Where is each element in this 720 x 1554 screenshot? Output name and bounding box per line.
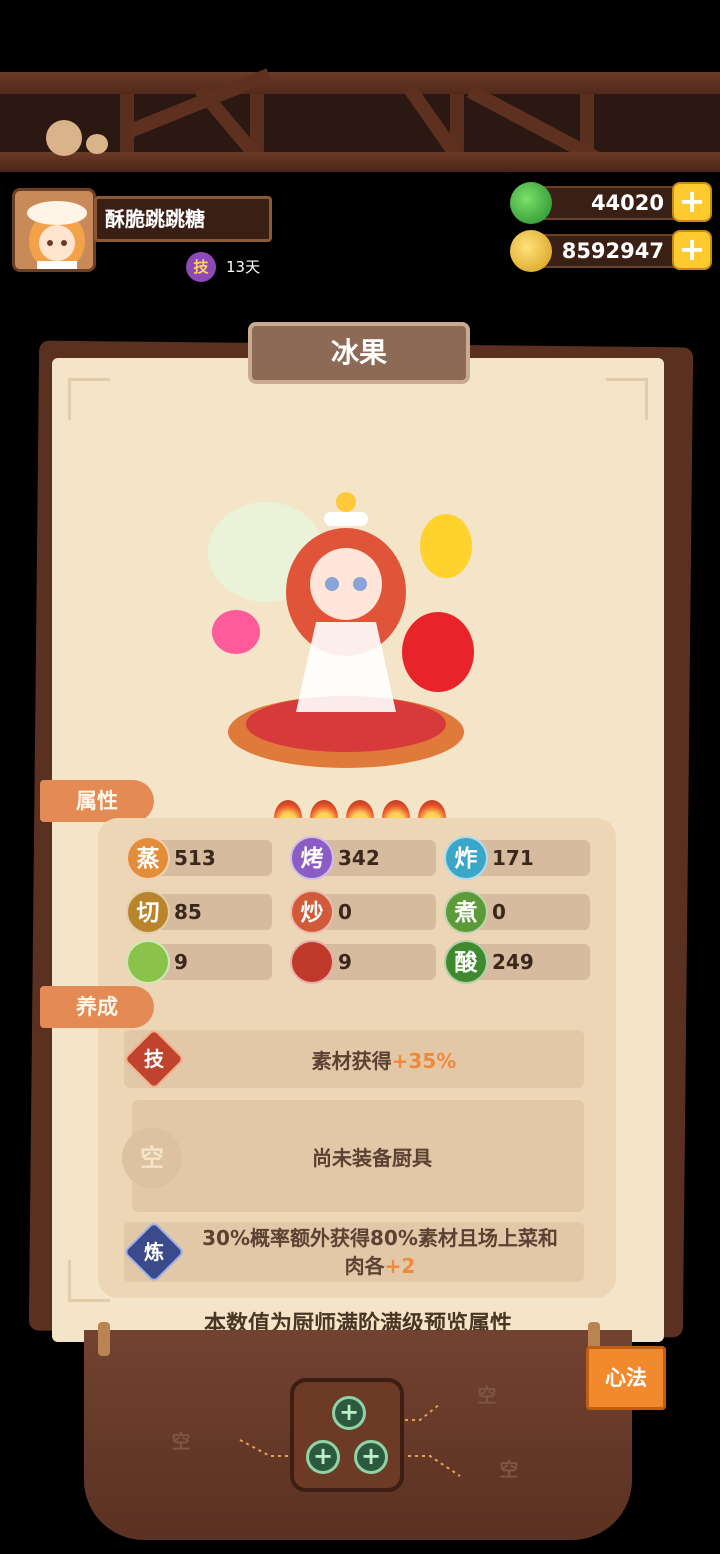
jade-value: 44020 — [590, 191, 664, 215]
gem-slot-icon[interactable]: + — [354, 1440, 388, 1474]
attribute-icon: 烤 — [290, 836, 334, 880]
attribute-value: 342 — [338, 846, 380, 870]
skill-row[interactable]: 技 素材获得+35% — [122, 1027, 584, 1091]
attribute-value: 513 — [174, 846, 216, 870]
skill-badge-icon: 技 — [186, 252, 216, 282]
ceiling-beam — [0, 72, 720, 94]
attribute-value: 0 — [338, 900, 352, 924]
refine-badge: 炼 — [144, 1240, 164, 1264]
attribute-icon: 切 — [126, 890, 170, 934]
empty-equipment-icon: 空 — [122, 1128, 182, 1188]
attribute-icon: 炸 — [444, 836, 488, 880]
scroll-pin — [98, 1322, 110, 1356]
empty-slot[interactable]: 空 — [150, 1426, 212, 1458]
attributes-tab: 属性 — [40, 780, 154, 822]
jade-icon — [510, 182, 552, 224]
attribute-value: 249 — [492, 950, 534, 974]
refine-row[interactable]: 炼 30%概率额外获得80%素材且场上菜和 肉各+2 — [122, 1220, 584, 1284]
ceiling-scene — [0, 68, 720, 172]
corner-ornament — [606, 378, 648, 420]
chef-portrait-icon — [208, 492, 474, 768]
attribute-value: 0 — [492, 900, 506, 924]
jade-resource: 44020 + — [510, 182, 712, 224]
attribute-icon: 煮 — [444, 890, 488, 934]
attribute-icon — [290, 940, 334, 984]
attribute-value: 171 — [492, 846, 534, 870]
equipment-text: 尚未装备厨具 — [312, 1146, 432, 1170]
chef-name: 冰果 — [248, 322, 470, 384]
attribute-icon — [126, 940, 170, 984]
avatar-portrait-icon — [15, 191, 93, 269]
chick-icon — [86, 134, 108, 154]
skill-days: 13天 — [226, 258, 261, 276]
skill-badge: 技 — [144, 1047, 164, 1071]
player-name: 酥脆跳跳糖 — [94, 196, 272, 242]
refine-description: 30%概率额外获得80%素材且场上菜和 肉各+2 — [202, 1226, 558, 1278]
empty-slot[interactable]: 空 — [478, 1454, 540, 1486]
skill-description: 素材获得+35% — [311, 1049, 457, 1073]
add-jade-button[interactable]: + — [672, 182, 712, 222]
coin-resource: 8592947 + — [510, 230, 712, 272]
heart-method-button[interactable]: 心法 — [586, 1346, 666, 1410]
attribute-icon: 炒 — [290, 890, 334, 934]
chicken-icon — [46, 120, 82, 156]
heart-method-core[interactable]: + + + — [290, 1378, 404, 1492]
attribute-value: 9 — [338, 950, 352, 974]
attribute-value: 85 — [174, 900, 202, 924]
equipment-row[interactable]: 空 尚未装备厨具 — [122, 1100, 584, 1212]
attribute-icon: 蒸 — [126, 836, 170, 880]
coin-icon — [510, 230, 552, 272]
ceiling-beam — [0, 152, 720, 172]
cultivation-tab: 养成 — [40, 986, 154, 1028]
player-avatar[interactable] — [12, 188, 96, 272]
coin-value: 8592947 — [561, 239, 664, 263]
add-coin-button[interactable]: + — [672, 230, 712, 270]
gem-slot-icon[interactable]: + — [332, 1396, 366, 1430]
attribute-value: 9 — [174, 950, 188, 974]
gem-slot-icon[interactable]: + — [306, 1440, 340, 1474]
attribute-icon: 酸 — [444, 940, 488, 984]
corner-ornament — [68, 378, 110, 420]
